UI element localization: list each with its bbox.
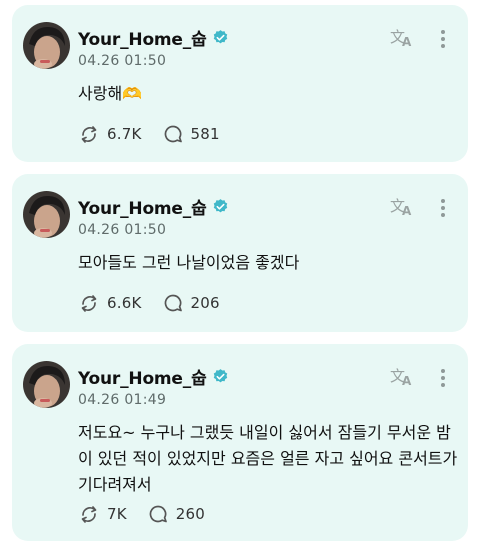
comment-button[interactable]: 581 xyxy=(162,123,220,145)
post-stats: 6.7K 581 xyxy=(78,123,240,145)
avatar[interactable] xyxy=(23,191,70,238)
verified-badge-icon xyxy=(213,199,227,213)
translate-icon[interactable]: 文 A xyxy=(390,196,414,216)
comment-icon xyxy=(149,505,167,523)
svg-text:A: A xyxy=(402,204,412,216)
comment-icon xyxy=(164,125,182,143)
comment-button[interactable]: 206 xyxy=(162,292,220,314)
avatar[interactable] xyxy=(23,22,70,69)
post-stats: 6.6K 206 xyxy=(78,292,240,314)
more-vertical-icon[interactable] xyxy=(440,29,446,49)
repost-count: 6.6K xyxy=(107,294,142,312)
comment-button[interactable]: 260 xyxy=(147,503,205,525)
post-timestamp: 04.26 01:49 xyxy=(78,392,167,408)
repost-button[interactable]: 6.7K xyxy=(78,123,142,145)
post-text: 사랑해🫶 xyxy=(78,84,143,103)
verified-badge-icon xyxy=(213,369,227,383)
avatar[interactable] xyxy=(23,361,70,408)
username[interactable]: Your_Home_숩 xyxy=(78,194,207,219)
username[interactable]: Your_Home_숩 xyxy=(78,25,207,50)
verified-badge-icon xyxy=(213,30,227,44)
translate-icon[interactable]: 文 A xyxy=(390,366,414,386)
repost-button[interactable]: 6.6K xyxy=(78,292,142,314)
repost-count: 6.7K xyxy=(107,125,142,143)
username[interactable]: Your_Home_숩 xyxy=(78,364,207,389)
post-card[interactable]: Your_Home_숩 04.26 01:49 文 A 저도요~ 누구나 그랬듯… xyxy=(12,344,468,541)
comment-count: 260 xyxy=(175,505,206,523)
post-text: 저도요~ 누구나 그랬듯 내일이 싫어서 잠들기 무서운 밤이 있던 적이 있었… xyxy=(78,423,458,494)
repost-icon xyxy=(81,506,97,523)
post-card[interactable]: Your_Home_숩 04.26 01:50 文 A 모아들도 그런 나날이었… xyxy=(12,174,468,332)
comment-icon xyxy=(164,294,182,312)
svg-text:A: A xyxy=(402,35,412,47)
svg-text:A: A xyxy=(402,374,412,386)
repost-icon xyxy=(81,126,97,143)
more-vertical-icon[interactable] xyxy=(440,368,446,388)
more-vertical-icon[interactable] xyxy=(440,198,446,218)
translate-icon[interactable]: 文 A xyxy=(390,27,414,47)
post-stats: 7K 260 xyxy=(78,503,225,525)
comment-count: 206 xyxy=(190,294,220,312)
post-card[interactable]: Your_Home_숩 04.26 01:50 文 A 사랑해🫶 6.7K 58 xyxy=(12,5,468,162)
repost-icon xyxy=(81,295,97,312)
post-text: 모아들도 그런 나날이었음 좋겠다 xyxy=(78,253,300,272)
post-timestamp: 04.26 01:50 xyxy=(78,53,167,69)
comment-count: 581 xyxy=(190,125,220,143)
repost-count: 7K xyxy=(107,505,127,523)
repost-button[interactable]: 7K xyxy=(78,503,127,525)
post-timestamp: 04.26 01:50 xyxy=(78,222,167,238)
